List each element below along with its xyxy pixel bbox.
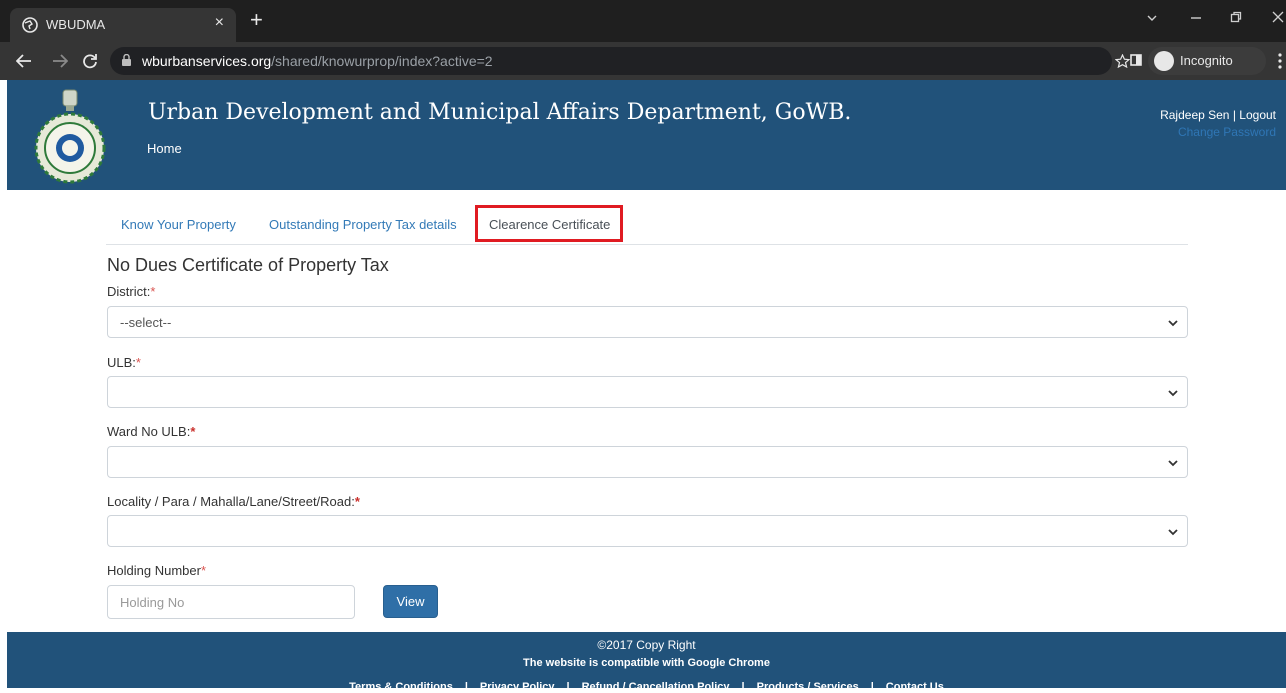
nav-home-link[interactable]: Home	[147, 141, 182, 156]
holding-number-label: Holding Number*	[107, 563, 206, 578]
property-tabs: Know Your Property Outstanding Property …	[106, 205, 1188, 245]
holding-number-input[interactable]	[107, 585, 355, 619]
chevron-down-icon	[1168, 460, 1178, 467]
lock-icon	[122, 54, 131, 66]
required-mark: *	[200, 563, 206, 578]
forward-arrow-icon[interactable]	[52, 54, 68, 68]
footer-link-contact[interactable]: Contact Us	[886, 681, 944, 693]
tab-know-your-property[interactable]: Know Your Property	[121, 217, 236, 232]
url-path: /shared/knowurprop/index?active=2	[271, 53, 493, 69]
user-line: Rajdeep Sen | Logout	[1160, 108, 1276, 122]
new-tab-button[interactable]: +	[250, 9, 263, 31]
ward-label-text: Ward No ULB:	[107, 424, 191, 439]
user-name[interactable]: Rajdeep Sen	[1160, 108, 1229, 122]
chevron-down-icon[interactable]	[1146, 13, 1158, 23]
reload-icon[interactable]	[82, 53, 98, 69]
ulb-label-text: ULB:	[107, 355, 136, 370]
required-mark: *	[150, 284, 156, 299]
incognito-label: Incognito	[1180, 53, 1233, 68]
logout-link[interactable]: Logout	[1239, 108, 1276, 122]
browser-toolbar: wburbanservices.org/shared/knowurprop/in…	[0, 42, 1286, 80]
footer-copyright: ©2017 Copy Right	[597, 638, 696, 652]
chevron-down-icon	[1168, 320, 1178, 327]
form-title: No Dues Certificate of Property Tax	[107, 255, 389, 275]
footer-separator: |	[464, 681, 468, 693]
address-bar[interactable]: wburbanservices.org/shared/knowurprop/in…	[110, 47, 1112, 75]
ward-label: Ward No ULB:*	[107, 424, 195, 439]
star-icon[interactable]	[1115, 54, 1130, 68]
district-select[interactable]: --select--	[107, 306, 1188, 338]
site-header: Urban Development and Municipal Affairs …	[7, 80, 1286, 190]
locality-label-text: Locality / Para / Mahalla/Lane/Street/Ro…	[107, 494, 355, 509]
chevron-down-icon	[1168, 390, 1178, 397]
district-select-value: --select--	[120, 315, 172, 330]
ward-select[interactable]	[107, 446, 1188, 478]
locality-select[interactable]	[107, 515, 1188, 547]
url-text: wburbanservices.org/shared/knowurprop/in…	[142, 53, 493, 69]
footer-separator: |	[741, 681, 745, 693]
footer-separator: |	[566, 681, 570, 693]
required-mark: *	[190, 424, 196, 439]
footer-link-terms[interactable]: Terms & Conditions	[349, 681, 453, 693]
footer-link-products[interactable]: Products / Services	[757, 681, 859, 693]
site-title: Urban Development and Municipal Affairs …	[148, 100, 852, 125]
sidepanel-icon[interactable]	[1130, 54, 1142, 66]
kebab-menu-icon[interactable]	[1278, 53, 1282, 69]
tab-outstanding-tax[interactable]: Outstanding Property Tax details	[269, 217, 457, 232]
ulb-select[interactable]	[107, 376, 1188, 408]
site-footer: ©2017 Copy Right The website is compatib…	[7, 632, 1286, 693]
restore-icon[interactable]	[1230, 11, 1242, 23]
minimize-icon[interactable]	[1190, 16, 1202, 20]
back-arrow-icon[interactable]	[16, 54, 32, 68]
holding-label-text: Holding Number	[107, 563, 201, 578]
footer-link-refund[interactable]: Refund / Cancellation Policy	[582, 681, 730, 693]
close-window-icon[interactable]	[1272, 11, 1284, 23]
url-host: wburbanservices.org	[142, 53, 272, 69]
footer-links: Terms & Conditions | Privacy Policy | Refund…	[7, 681, 1286, 693]
browser-tab-bar: WBUDMA × +	[0, 0, 1286, 42]
change-password-link[interactable]: Change Password	[1160, 125, 1276, 139]
tab-title: WBUDMA	[46, 17, 106, 32]
globe-icon	[22, 17, 38, 33]
ulb-label: ULB:*	[107, 355, 141, 370]
footer-separator: |	[870, 681, 874, 693]
close-icon[interactable]: ×	[215, 14, 224, 32]
tab-highlight-box	[475, 205, 623, 242]
district-label-text: District:	[107, 284, 151, 299]
government-emblem-logo	[34, 89, 106, 184]
chevron-down-icon	[1168, 529, 1178, 536]
browser-tab[interactable]: WBUDMA ×	[10, 8, 236, 42]
district-label: District:*	[107, 284, 155, 299]
user-separator: |	[1232, 108, 1236, 122]
footer-compatibility-note: The website is compatible with Google Ch…	[523, 657, 770, 669]
view-button[interactable]: View	[383, 585, 438, 618]
required-mark: *	[135, 355, 141, 370]
incognito-badge[interactable]: Incognito	[1148, 47, 1266, 75]
locality-label: Locality / Para / Mahalla/Lane/Street/Ro…	[107, 494, 360, 509]
incognito-icon	[1154, 51, 1174, 71]
user-area: Rajdeep Sen | Logout Change Password	[1160, 108, 1276, 139]
footer-link-privacy[interactable]: Privacy Policy	[480, 681, 555, 693]
required-mark: *	[354, 494, 360, 509]
